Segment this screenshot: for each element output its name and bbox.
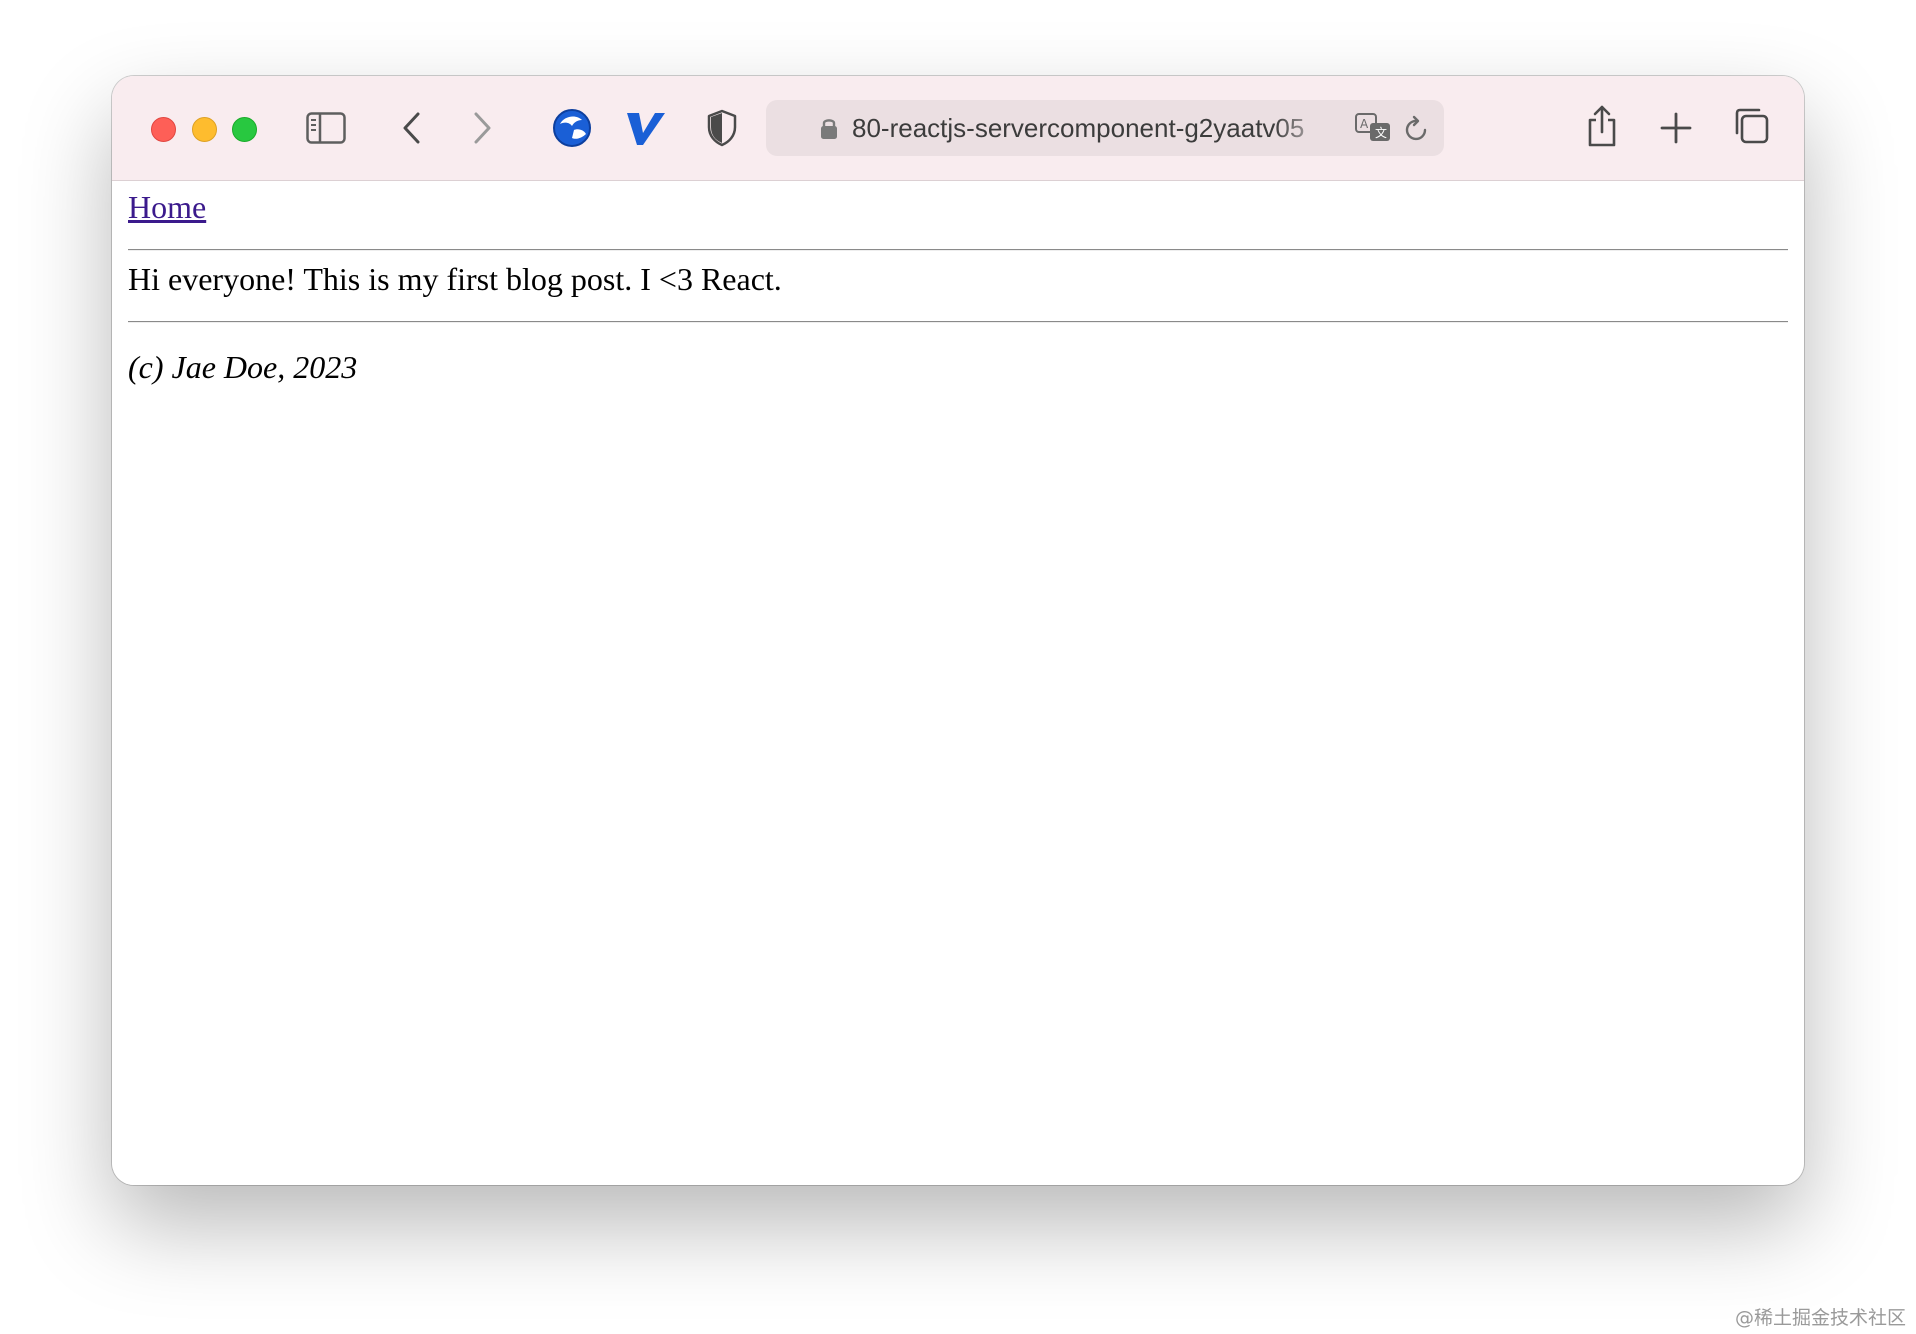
chevron-left-icon: [403, 112, 420, 144]
extension-button-3[interactable]: [700, 106, 744, 150]
share-button[interactable]: [1582, 102, 1622, 150]
lock-icon: [821, 119, 837, 139]
chevron-right-icon: [474, 112, 491, 144]
share-icon: [1588, 105, 1616, 147]
new-tab-button[interactable]: [1656, 106, 1696, 150]
address-bar[interactable]: 80-reactjs-servercomponent-g2yaatv05 A 文: [766, 100, 1444, 156]
extension-button-1[interactable]: [550, 106, 594, 150]
forward-button[interactable]: [462, 106, 502, 150]
zoom-window-button[interactable]: [232, 117, 257, 142]
browser-toolbar: 80-reactjs-servercomponent-g2yaatv05 A 文: [112, 76, 1804, 181]
home-link[interactable]: Home: [128, 189, 206, 226]
plus-icon: [1660, 112, 1692, 144]
svg-text:A: A: [1360, 117, 1369, 131]
v-extension-icon: [627, 113, 665, 145]
reload-icon[interactable]: [1404, 115, 1430, 143]
shield-icon: [707, 109, 737, 147]
url-text: 80-reactjs-servercomponent-g2yaatv05: [852, 113, 1305, 143]
minimize-window-button[interactable]: [192, 117, 217, 142]
web-page-content: Home Hi everyone! This is my first blog …: [112, 181, 1804, 1185]
svg-text:文: 文: [1375, 125, 1387, 140]
tab-overview-button[interactable]: [1728, 104, 1772, 148]
extension-button-2[interactable]: [624, 106, 668, 150]
page-footer: (c) Jae Doe, 2023: [128, 349, 358, 385]
watermark: @稀土掘金技术社区: [1734, 1307, 1906, 1329]
close-window-button[interactable]: [151, 117, 176, 142]
translate-icon[interactable]: A 文: [1354, 112, 1392, 144]
browser-window: 80-reactjs-servercomponent-g2yaatv05 A 文: [112, 76, 1804, 1185]
horizontal-rule-top: [128, 249, 1788, 251]
sidebar-icon: [306, 112, 346, 144]
horizontal-rule-bottom: [128, 321, 1788, 323]
tab-overview-icon: [1735, 108, 1769, 144]
blog-post-body: Hi everyone! This is my first blog post.…: [128, 261, 782, 297]
back-button[interactable]: [392, 106, 432, 150]
globe-extension-icon: [553, 109, 591, 147]
sidebar-toggle-button[interactable]: [304, 108, 348, 148]
